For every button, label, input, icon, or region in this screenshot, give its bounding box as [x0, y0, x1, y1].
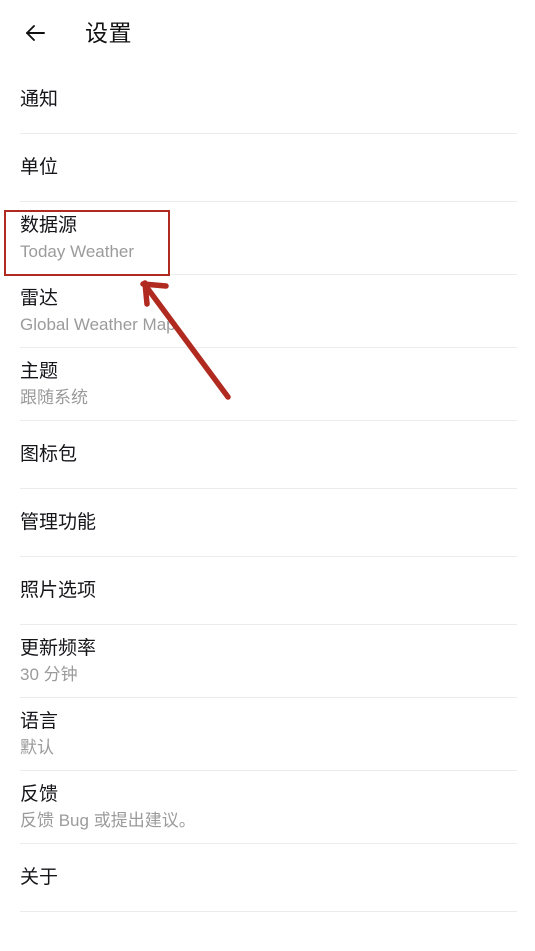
back-button[interactable]	[18, 16, 52, 50]
row-title: 语言	[20, 711, 59, 732]
settings-row-update-frequency[interactable]: 更新频率 30 分钟	[0, 625, 535, 697]
row-title: 反馈	[20, 784, 59, 805]
row-subtitle: 默认	[20, 738, 54, 757]
settings-row-theme[interactable]: 主题 跟随系统	[0, 348, 535, 420]
row-divider	[20, 911, 517, 912]
row-title: 主题	[20, 361, 59, 382]
row-title: 通知	[20, 89, 59, 110]
settings-row-feedback[interactable]: 反馈 反馈 Bug 或提出建议。	[0, 771, 535, 843]
settings-row-manage-features[interactable]: 管理功能	[0, 489, 535, 556]
settings-row-notifications[interactable]: 通知	[0, 66, 535, 133]
row-title: 单位	[20, 157, 59, 178]
row-subtitle: Global Weather Map	[20, 315, 176, 334]
back-arrow-icon	[22, 20, 48, 46]
settings-row-radar[interactable]: 雷达 Global Weather Map	[0, 275, 535, 347]
settings-row-language[interactable]: 语言 默认	[0, 698, 535, 770]
row-title: 管理功能	[20, 512, 97, 533]
settings-row-units[interactable]: 单位	[0, 134, 535, 201]
row-subtitle: Today Weather	[20, 242, 135, 261]
row-subtitle: 30 分钟	[20, 665, 78, 684]
row-title: 雷达	[20, 288, 59, 309]
settings-row-about[interactable]: 关于	[0, 844, 535, 911]
row-title: 数据源	[20, 215, 78, 236]
row-title: 关于	[20, 867, 59, 888]
row-title: 更新频率	[20, 638, 97, 659]
settings-row-icon-pack[interactable]: 图标包	[0, 421, 535, 488]
row-subtitle: 反馈 Bug 或提出建议。	[20, 811, 196, 830]
row-title: 照片选项	[20, 580, 97, 601]
settings-list: 通知 单位 数据源 Today Weather 雷达 Global Weathe…	[0, 66, 535, 912]
page-title: 设置	[85, 19, 132, 46]
app-bar: 设置	[0, 0, 535, 66]
settings-row-data-source[interactable]: 数据源 Today Weather	[0, 202, 535, 274]
settings-row-photo-options[interactable]: 照片选项	[0, 557, 535, 624]
row-subtitle: 跟随系统	[20, 388, 88, 407]
row-title: 图标包	[20, 444, 78, 465]
